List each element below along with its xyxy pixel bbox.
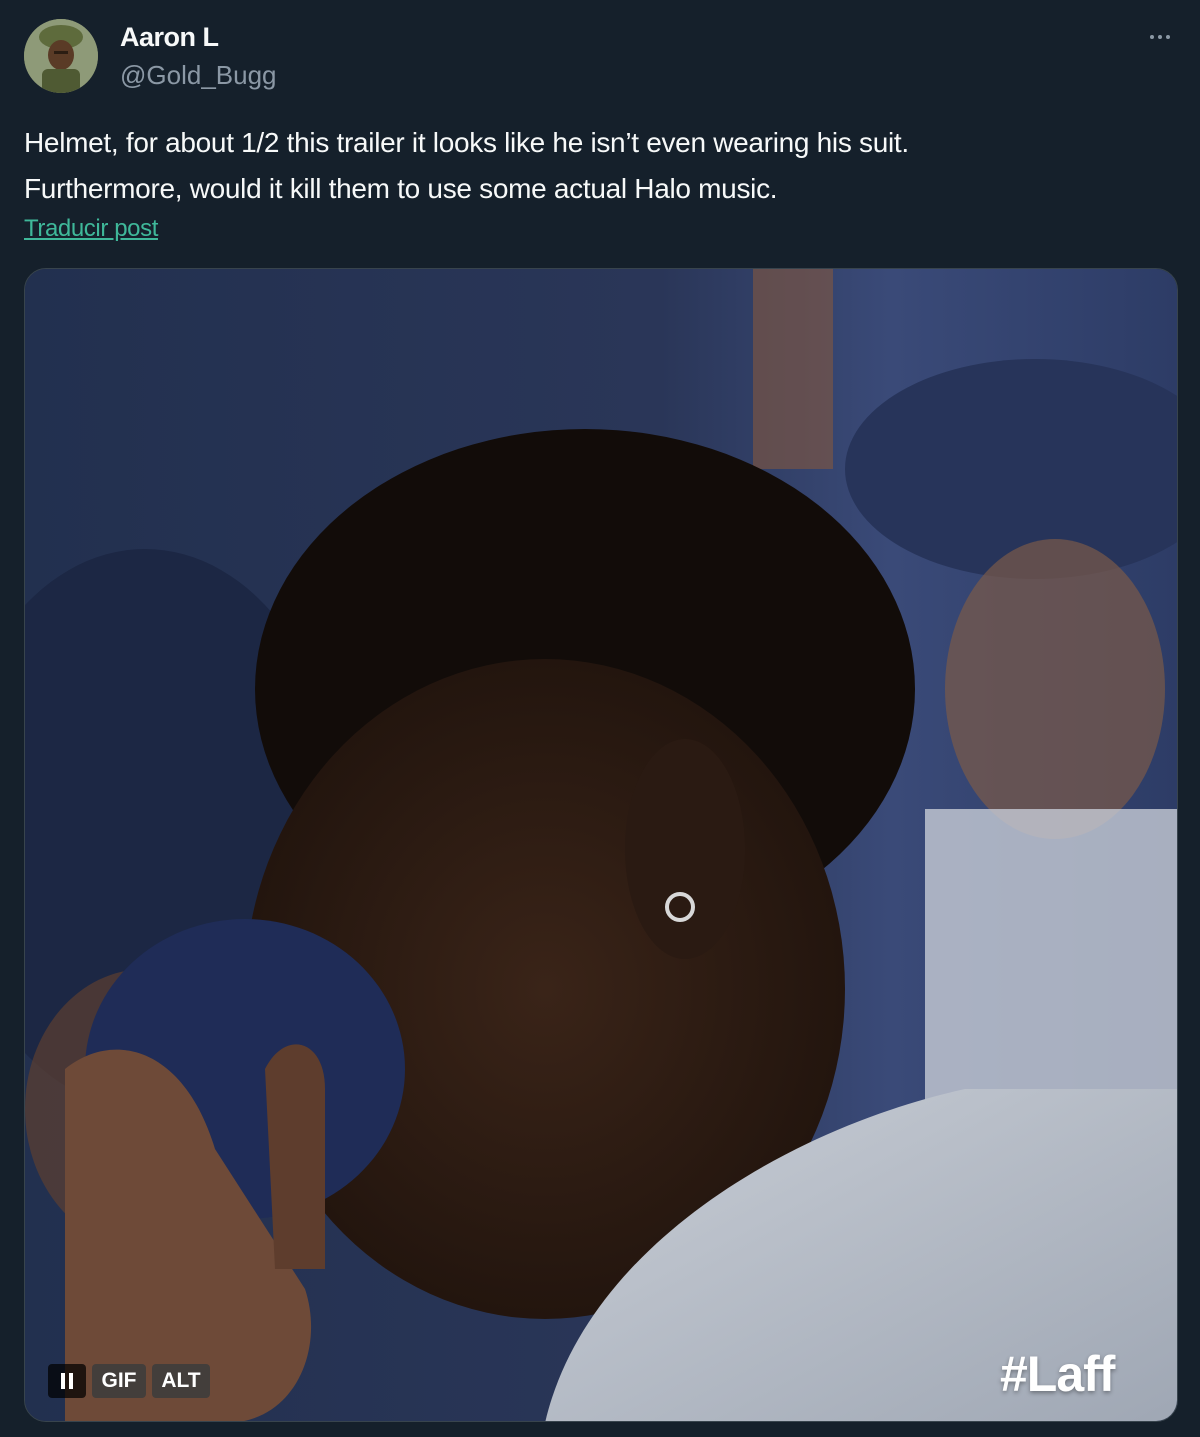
tweet-text-line: Helmet, for about 1/2 this trailer it lo… bbox=[24, 127, 909, 158]
more-icon[interactable] bbox=[1140, 22, 1180, 52]
author-display-name[interactable]: Aaron L bbox=[120, 22, 219, 53]
avatar[interactable] bbox=[24, 19, 98, 93]
gif-badge: GIF bbox=[92, 1364, 146, 1398]
avatar-image bbox=[24, 19, 98, 93]
media-watermark: #Laff bbox=[1000, 1346, 1115, 1402]
tweet: Aaron L @Gold_Bugg Helmet, for about 1/2… bbox=[0, 0, 1200, 1437]
media-gif[interactable] bbox=[24, 268, 1178, 1422]
translate-post-link[interactable]: Traducir post bbox=[24, 215, 158, 243]
tweet-text-line: Furthermore, would it kill them to use s… bbox=[24, 173, 778, 204]
gif-controls: GIF ALT bbox=[48, 1364, 210, 1398]
tweet-text: Helmet, for about 1/2 this trailer it lo… bbox=[24, 120, 1174, 212]
gif-frame-image bbox=[25, 269, 1177, 1421]
pause-icon[interactable] bbox=[48, 1364, 86, 1398]
alt-text-button[interactable]: ALT bbox=[152, 1364, 210, 1398]
author-handle[interactable]: @Gold_Bugg bbox=[120, 60, 277, 91]
